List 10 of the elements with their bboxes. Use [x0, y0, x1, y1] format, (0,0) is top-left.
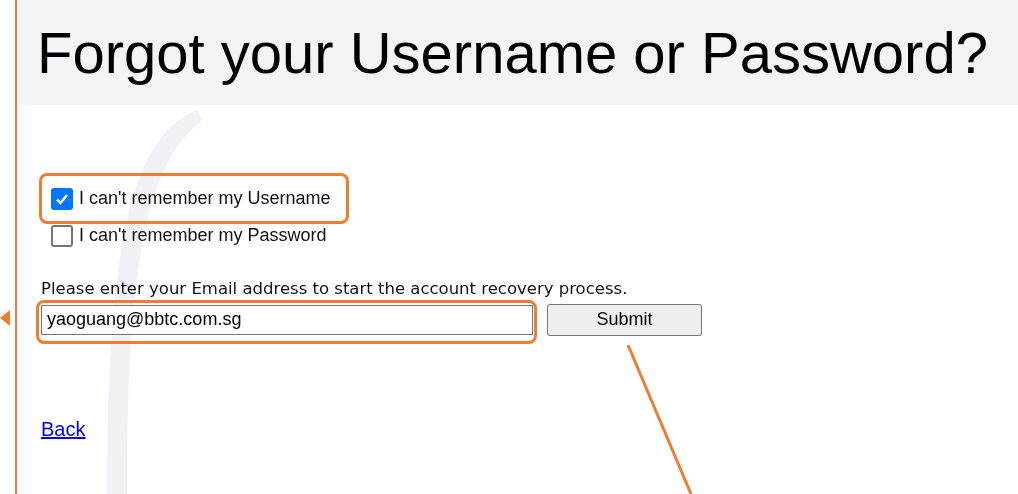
annotation-arrowhead-icon — [0, 310, 10, 326]
checkbox-label: I can't remember my Password — [79, 224, 327, 247]
email-field[interactable]: yaoguang@bbtc.com.sg — [41, 304, 533, 335]
instruction-text: Please enter your Email address to start the account recovery process. — [41, 278, 629, 300]
checkbox[interactable] — [51, 187, 73, 210]
page-title: Forgot your Username or Password? — [37, 19, 988, 87]
back-link[interactable]: Back — [41, 413, 86, 444]
checkbox-label: I can't remember my Username — [79, 187, 331, 210]
submit-button[interactable]: Submit — [547, 303, 702, 336]
checkbox[interactable] — [51, 224, 73, 247]
